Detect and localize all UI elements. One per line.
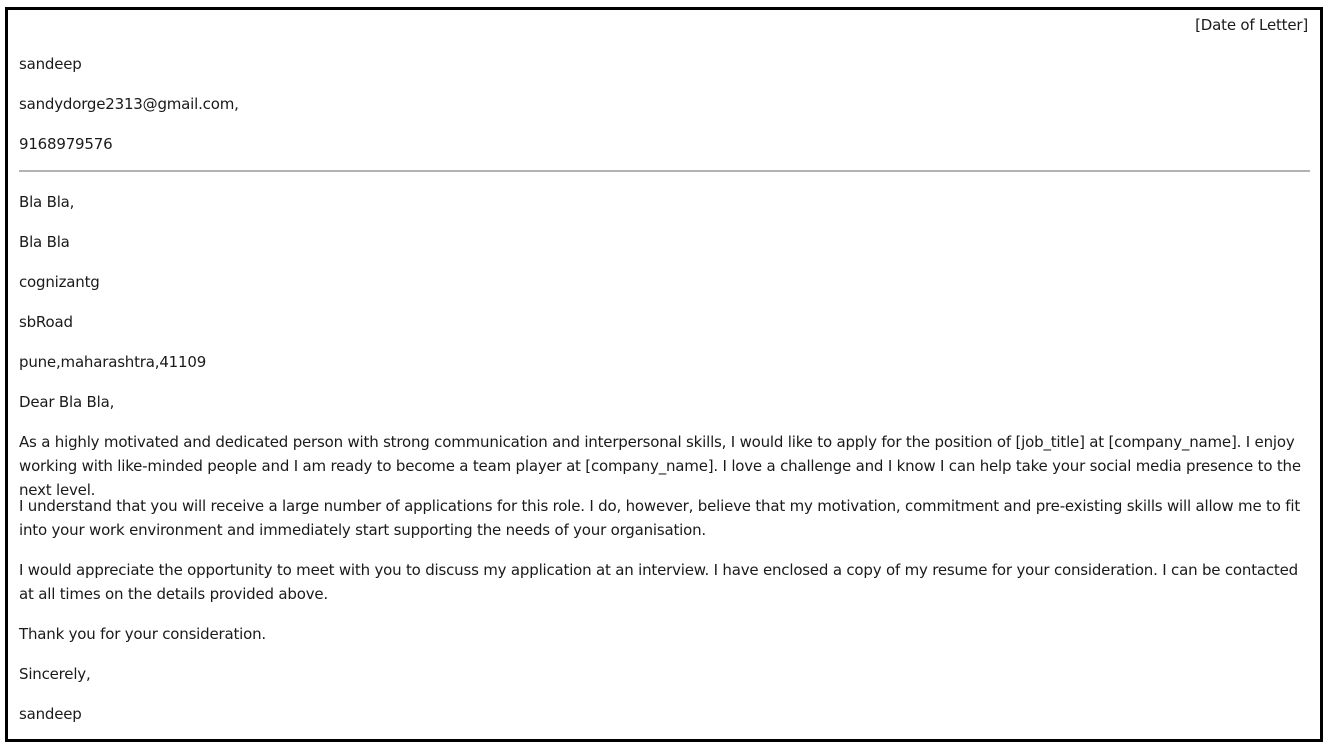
header-divider <box>19 170 1310 172</box>
body-paragraph-3: I would appreciate the opportunity to me… <box>19 561 1298 603</box>
sender-phone: 9168979576 <box>19 135 113 153</box>
recipient-street: sbRoad <box>19 313 73 331</box>
recipient-title: Bla Bla <box>19 233 70 251</box>
closing-line: Sincerely, <box>19 665 91 683</box>
sender-name: sandeep <box>19 55 82 73</box>
recipient-company: cognizantg <box>19 273 100 291</box>
salutation: Dear Bla Bla, <box>19 393 115 411</box>
signature: sandeep <box>19 705 82 723</box>
body-paragraph-2: I understand that you will receive a lar… <box>19 497 1301 539</box>
letter-date: [Date of Letter] <box>1195 16 1308 34</box>
body-paragraph-1: As a highly motivated and dedicated pers… <box>19 433 1301 499</box>
recipient-name: Bla Bla, <box>19 193 75 211</box>
letter-document: [Date of Letter] sandeep sandydorge2313@… <box>5 7 1323 742</box>
thanks-line: Thank you for your consideration. <box>19 625 266 643</box>
recipient-city: pune,maharashtra,41109 <box>19 353 207 371</box>
sender-email: sandydorge2313@gmail.com, <box>19 95 239 113</box>
